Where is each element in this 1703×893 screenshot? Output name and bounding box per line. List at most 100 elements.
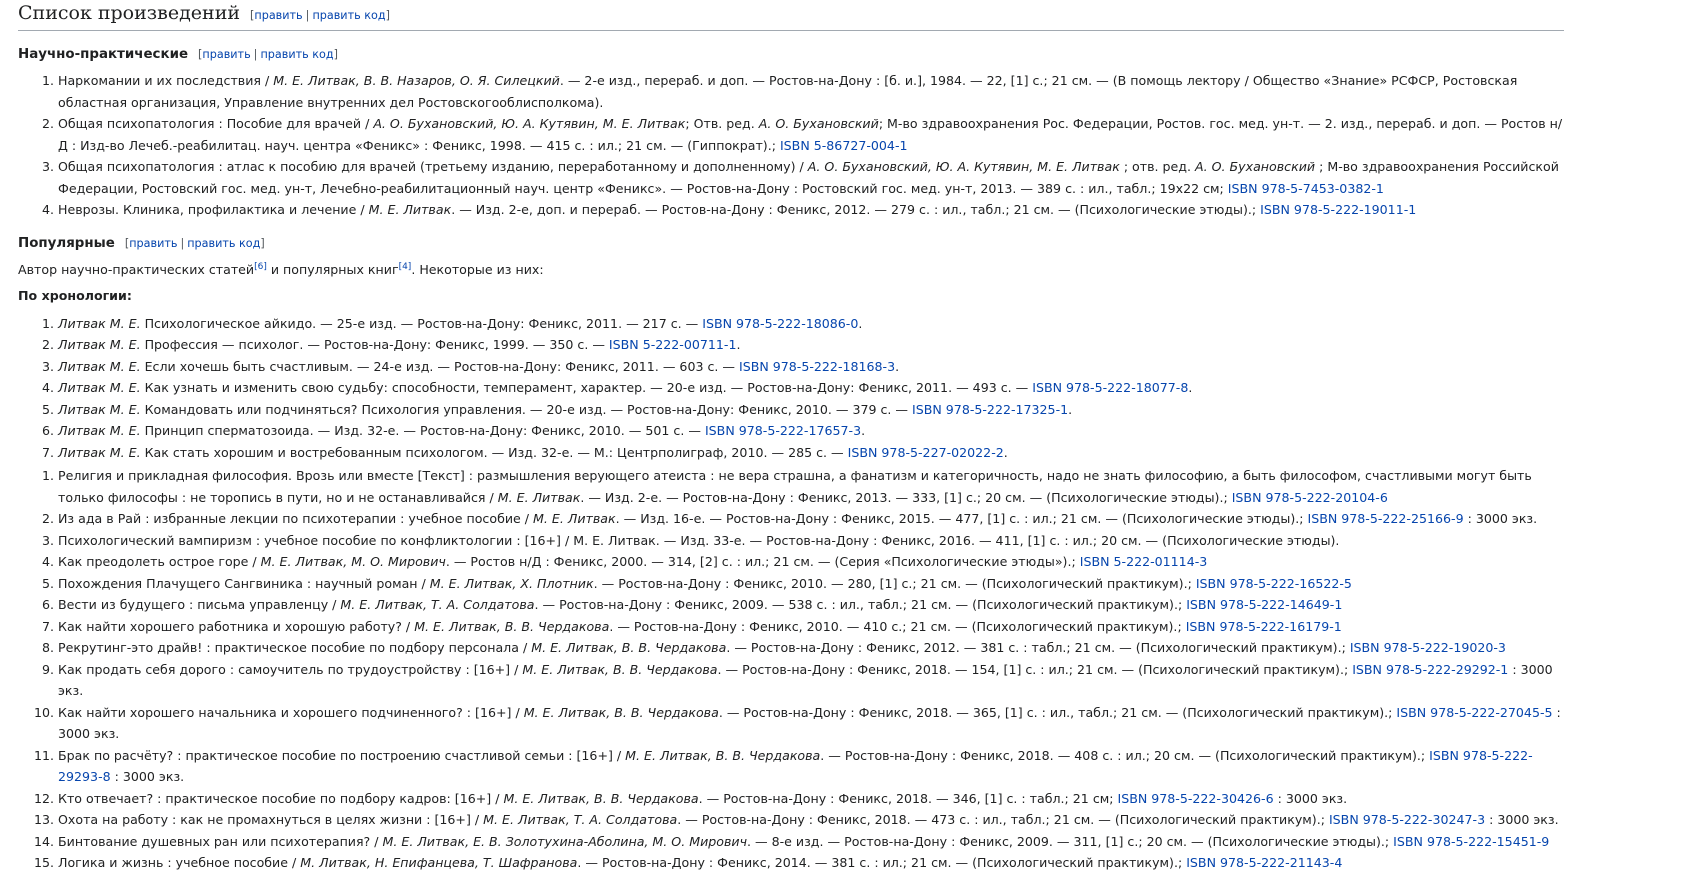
item-authors: М. Е. Литвак, В. В. Чердакова [625, 747, 821, 763]
edit-code-link[interactable]: править код [312, 9, 385, 22]
item-authors: М. Е. Литвак, В. В. Чердакова [503, 790, 699, 806]
isbn-link[interactable]: ISBN 978-5-222-16522-5 [1196, 576, 1352, 591]
item-text: . [858, 315, 863, 331]
bibliography-item: Психологический вампиризм : учебное посо… [58, 530, 1564, 552]
isbn-link[interactable]: ISBN 978-5-227-02022-2 [848, 445, 1004, 460]
item-text: Как найти хорошего работника и хорошую р… [58, 618, 415, 634]
edit-code-link[interactable]: править код [260, 48, 333, 61]
intro-text: . Некоторые из них: [411, 261, 544, 277]
bibliography-item: Общая психопатология : атлас к пособию д… [58, 156, 1564, 199]
scientific-works-list: Наркомании и их последствия / М. Е. Литв… [18, 70, 1564, 221]
bibliography-item: Похождения Плачущего Сангвиника : научны… [58, 573, 1564, 595]
subsection-title: Популярные [18, 235, 115, 251]
edit-code-link[interactable]: править код [187, 237, 260, 250]
bibliography-item: Как найти хорошего начальника и хорошего… [58, 702, 1564, 745]
item-text: Если хочешь быть счастливым. — 24-е изд.… [140, 358, 739, 374]
isbn-link[interactable]: ISBN 978-5-222-17325-1 [912, 402, 1068, 417]
item-authors: М. Е. Литвак, В. В. Чердакова [522, 661, 718, 677]
item-editor: А. О. Бухановский [1195, 159, 1316, 174]
item-text: . — Изд. 16-е. — Ростов-на-Дону : Феникс… [615, 511, 1308, 526]
bibliography-item: Литвак М. Е. Командовать или подчиняться… [58, 399, 1564, 421]
item-text: Кто отвечает? : практическое пособие по … [58, 790, 504, 806]
item-authors: Литвак М. Е. [58, 401, 141, 417]
bibliography-item: Наркомании и их последствия / М. Е. Литв… [58, 70, 1564, 113]
item-text: . — Ростов-на-Дону : Феникс, 2018. — 365… [718, 704, 1397, 720]
item-text: . — Ростов-на-Дону : Феникс, 2010. — 280… [593, 575, 1196, 591]
isbn-link[interactable]: ISBN 978-5-222-21143-4 [1186, 855, 1342, 870]
reference-link[interactable]: [4] [399, 261, 412, 271]
isbn-link[interactable]: ISBN 978-5-7453-0382-1 [1228, 181, 1384, 196]
isbn-link[interactable]: ISBN 978-5-222-30426-6 [1117, 791, 1273, 806]
item-text: . — Ростов-на-Дону : Феникс, 2018. — 408… [820, 747, 1430, 763]
edit-link[interactable]: править [202, 48, 250, 61]
bibliography-item: Логика и жизнь : учебное пособие / М. Ли… [58, 852, 1564, 874]
item-text: . — Изд. 2-е, доп. и перераб. — Ростов-н… [451, 202, 1261, 217]
isbn-link[interactable]: ISBN 978-5-222-30247-3 [1329, 812, 1485, 827]
item-text: Командовать или подчиняться? Психология … [140, 401, 913, 417]
isbn-link[interactable]: ISBN 978-5-222-16179-1 [1186, 619, 1342, 634]
reference-link[interactable]: [6] [254, 261, 267, 271]
item-text: Психологическое айкидо. — 25-е изд. — Ро… [140, 315, 703, 331]
intro-text: и популярных книг [266, 261, 399, 277]
item-authors: А. О. Бухановский, Ю. А. Кутявин, М. Е. … [807, 159, 1120, 174]
isbn-link[interactable]: ISBN 978-5-222-18086-0 [702, 316, 858, 331]
item-text: : 3000 экз. [110, 769, 185, 784]
isbn-link[interactable]: ISBN 5-86727-004-1 [780, 138, 908, 153]
bibliography-item: Литвак М. Е. Если хочешь быть счастливым… [58, 356, 1564, 378]
isbn-link[interactable]: ISBN 978-5-222-15451-9 [1393, 834, 1549, 849]
item-authors: М. Е. Литвак [368, 202, 452, 217]
item-authors: Литвак М. Е. [58, 444, 141, 460]
isbn-link[interactable]: ISBN 978-5-222-19011-1 [1260, 202, 1416, 217]
isbn-link[interactable]: ISBN 978-5-222-14649-1 [1186, 597, 1342, 612]
books-list: Религия и прикладная философия. Врозь ил… [18, 465, 1564, 874]
item-text: . — 8-е изд. — Ростов-на-Дону : Феникс, … [747, 833, 1394, 849]
item-text: Как узнать и изменить свою судьбу: спосо… [140, 380, 1033, 395]
item-authors: М. Е. Литвак [533, 511, 616, 526]
bibliography-item: Кто отвечает? : практическое пособие по … [58, 788, 1564, 810]
item-text: . — Ростов н/Д : Феникс, 2000. — 314, [2… [445, 554, 1080, 569]
bibliography-item: Общая психопатология : Пособие для враче… [58, 113, 1564, 156]
item-text: Как преодолеть острое горе / [58, 554, 261, 569]
subsection-heading-scientific: Научно-практические [править | править код] [18, 46, 1564, 64]
item-text: Профессия — психолог. — Ростов-на-Дону: … [140, 337, 609, 352]
bibliography-item: Брак по расчёту? : практическое пособие … [58, 745, 1564, 788]
isbn-link[interactable]: ISBN 978-5-222-20104-6 [1232, 490, 1388, 505]
item-text: . [736, 337, 741, 352]
intro-text: Автор научно-практических статей [18, 261, 255, 277]
item-authors: Литвак М. Е. [58, 358, 141, 374]
popular-intro: Автор научно-практических статей[6] и по… [18, 259, 1564, 280]
bibliography-item: Литвак М. Е. Принцип сперматозоида. — Из… [58, 420, 1564, 442]
bibliography-item: Литвак М. Е. Как узнать и изменить свою … [58, 377, 1564, 399]
isbn-link[interactable]: ISBN 978-5-222-18168-3 [739, 359, 895, 374]
item-text: . [895, 358, 900, 374]
isbn-link[interactable]: ISBN 978-5-222-18077-8 [1032, 380, 1188, 395]
isbn-link[interactable]: ISBN 5-222-00711-1 [609, 337, 737, 352]
item-text: ; Отв. ред. [685, 116, 759, 131]
item-text: Принцип сперматозоида. — Изд. 32-е. — Ро… [140, 423, 705, 438]
isbn-link[interactable]: ISBN 978-5-222-19020-3 [1350, 640, 1506, 655]
bibliography-item: Рекрутинг-это драйв! : практическое посо… [58, 637, 1564, 659]
item-text: . — Ростов-на-Дону : Феникс, 2014. — 381… [577, 855, 1187, 870]
bibliography-item: Как найти хорошего работника и хорошую р… [58, 616, 1564, 638]
isbn-link[interactable]: ISBN 978-5-222-29292-1 [1352, 662, 1508, 677]
isbn-link[interactable]: ISBN 5-222-01114-3 [1080, 554, 1208, 569]
isbn-link[interactable]: ISBN 978-5-222-17657-3 [705, 423, 861, 438]
item-authors: А. О. Бухановский, Ю. А. Кутявин, М. Е. … [373, 116, 686, 131]
section-heading-works: Список произведений [править | править код] [18, 0, 1564, 31]
isbn-link[interactable]: ISBN 978-5-222-25166-9 [1307, 511, 1463, 526]
item-authors: М. Е. Литвак, В. В. Чердакова [523, 704, 719, 720]
edit-section-links: [править | править код] [198, 48, 338, 61]
bibliography-item: Вести из будущего : письма управленцу / … [58, 594, 1564, 616]
item-text: Похождения Плачущего Сангвиника : научны… [58, 575, 430, 591]
bibliography-item: Из ада в Рай : избранные лекции по психо… [58, 508, 1564, 530]
edit-link[interactable]: править [129, 237, 177, 250]
item-text: : 3000 экз. [1485, 812, 1559, 827]
chronology-subheading: По хронологии: [18, 287, 132, 303]
item-text: Как продать себя дорого : самоучитель по… [58, 661, 523, 677]
isbn-link[interactable]: ISBN 978-5-222-27045-5 [1396, 705, 1552, 720]
item-text: Вести из будущего : письма управленцу / [58, 597, 341, 612]
edit-link[interactable]: править [254, 9, 302, 22]
item-authors: М. Е. Литвак [497, 489, 581, 505]
bibliography-item: Неврозы. Клиника, профилактика и лечение… [58, 199, 1564, 221]
item-text: Брак по расчёту? : практическое пособие … [58, 747, 626, 763]
